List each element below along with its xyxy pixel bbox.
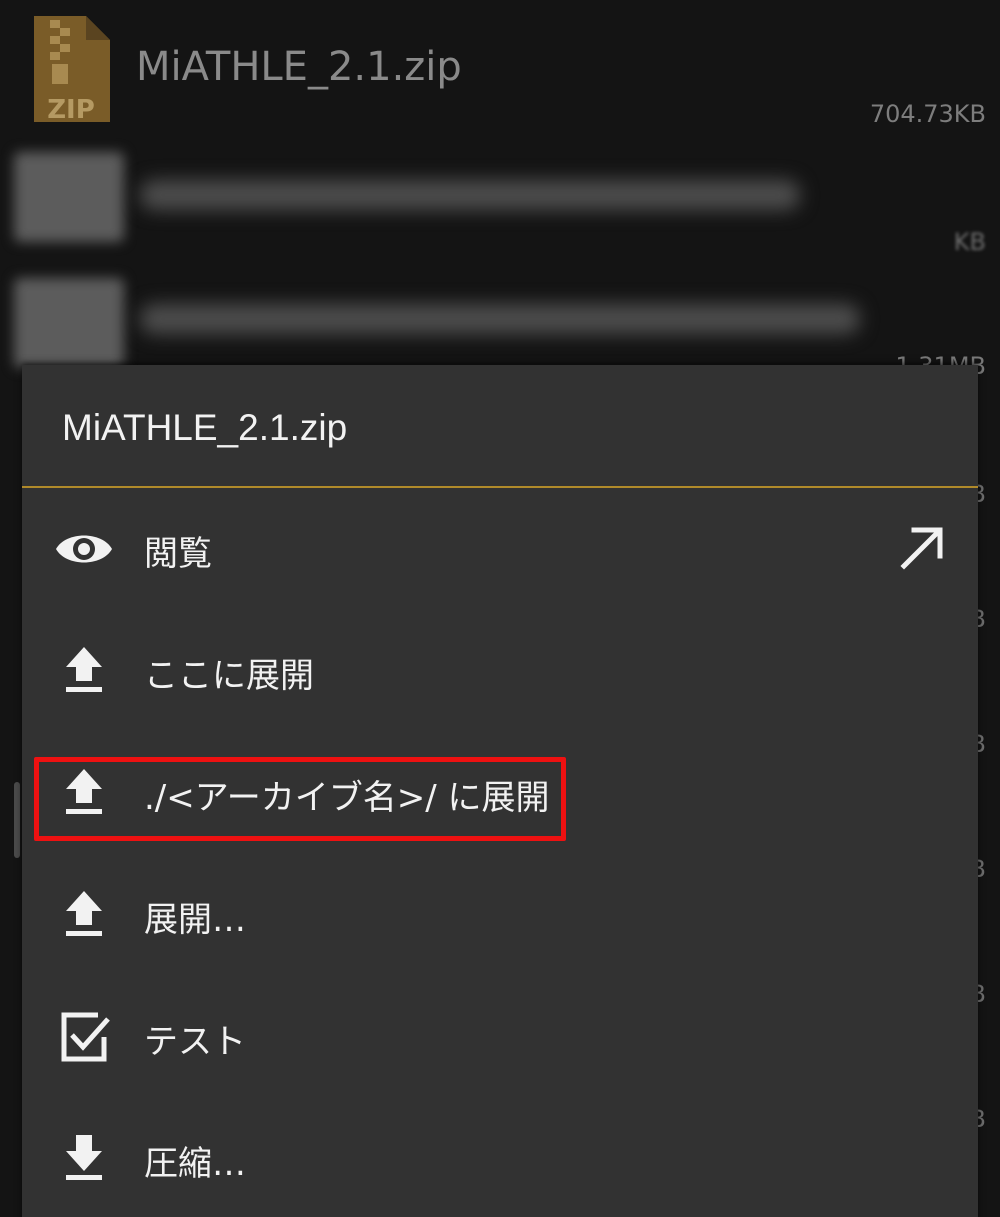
file-row-zip[interactable]: ZIP MiATHLE_2.1.zip 704.73KB: [0, 0, 1000, 128]
eye-icon: [56, 535, 112, 563]
highlight-annotation-box: [34, 757, 566, 841]
screen: ZIP MiATHLE_2.1.zip 704.73KB KB 1.31MB B…: [0, 0, 1000, 1217]
menu-item-extract-here[interactable]: ここに展開: [22, 610, 978, 732]
blurred-file-name: [140, 304, 860, 334]
open-external-arrow-icon[interactable]: [896, 522, 948, 574]
menu-item-view[interactable]: 閲覧: [22, 488, 978, 610]
menu-item-label: 閲覧: [144, 534, 212, 574]
menu-item-label: ここに展開: [144, 656, 314, 696]
menu-item-test[interactable]: テスト: [22, 976, 978, 1098]
menu-item-extract-dialog[interactable]: 展開…: [22, 854, 978, 976]
blurred-file-name: [140, 180, 800, 210]
menu-item-label: 展開…: [144, 900, 246, 940]
menu-item-label: 圧縮…: [144, 1144, 246, 1184]
checkbox-icon: [61, 1012, 110, 1062]
file-row-blurred[interactable]: KB: [0, 124, 1000, 256]
context-menu: MiATHLE_2.1.zip 閲覧 ここに展開 ./<アーカイブ名>/ に展開…: [22, 365, 978, 1217]
scrollbar[interactable]: [14, 782, 20, 858]
file-name: MiATHLE_2.1.zip: [136, 44, 462, 90]
download-compress-icon: [66, 1135, 102, 1180]
blurred-file-icon: [14, 152, 124, 242]
zip-file-icon: ZIP: [34, 16, 110, 124]
menu-item-compress[interactable]: 圧縮…: [22, 1098, 978, 1217]
extract-upload-icon: [66, 891, 102, 936]
file-row-blurred[interactable]: 1.31MB: [0, 248, 1000, 380]
blurred-file-icon: [14, 278, 124, 368]
menu-item-label: テスト: [144, 1022, 246, 1062]
zip-icon-label: ZIP: [47, 95, 95, 124]
extract-upload-icon: [66, 647, 102, 692]
menu-title: MiATHLE_2.1.zip: [62, 407, 348, 448]
